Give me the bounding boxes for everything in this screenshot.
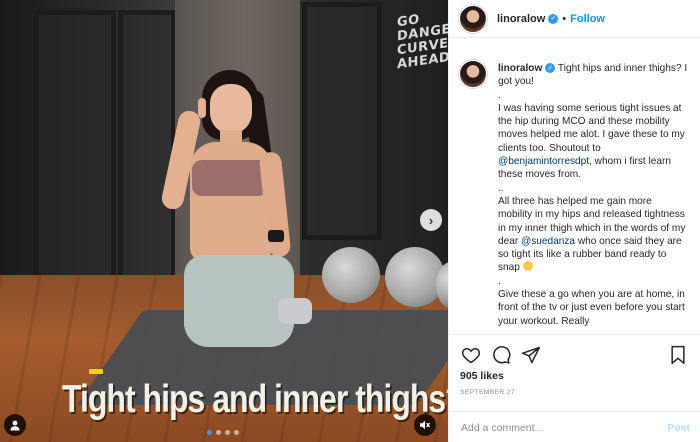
post-header: linoralow ✓ • Follow bbox=[449, 0, 700, 38]
post-actions: 905 likes SEPTEMBER 27 Post bbox=[449, 334, 700, 442]
medicine-ball bbox=[322, 247, 380, 303]
chevron-right-icon[interactable]: › bbox=[420, 209, 442, 231]
caption-text: linoralow ✓ Tight hips and inner thighs? … bbox=[498, 63, 688, 327]
comments-panel[interactable]: linoralow ✓ Tight hips and inner thighs? … bbox=[449, 38, 700, 334]
carousel-indicator bbox=[207, 430, 239, 435]
glass-door bbox=[302, 2, 382, 240]
comment-input[interactable] bbox=[461, 421, 641, 434]
caption-username[interactable]: linoralow bbox=[498, 63, 542, 74]
comment-icon[interactable] bbox=[489, 343, 513, 367]
mention-link[interactable]: @suedanza bbox=[521, 236, 575, 247]
share-icon[interactable] bbox=[519, 343, 543, 367]
verified-badge-icon: ✓ bbox=[548, 13, 559, 24]
post-sidebar: linoralow ✓ • Follow linoralow ✓ Tight hi… bbox=[448, 0, 700, 442]
grin-emoji-icon bbox=[522, 261, 533, 272]
follow-button[interactable]: Follow bbox=[570, 13, 605, 25]
carousel-dot bbox=[207, 430, 212, 435]
post-date: SEPTEMBER 27 bbox=[460, 389, 515, 396]
add-comment-bar: Post bbox=[449, 411, 700, 442]
separator-dot: • bbox=[562, 12, 567, 25]
mention-link[interactable]: @benjamintorresdpt bbox=[498, 156, 589, 167]
wall-poster-text: GO DANGE CURVES AHEAD. bbox=[397, 12, 448, 73]
carousel-dot bbox=[234, 430, 239, 435]
avatar[interactable] bbox=[459, 60, 487, 88]
heart-icon[interactable] bbox=[459, 343, 483, 367]
carousel-dot bbox=[216, 430, 221, 435]
verified-badge-icon: ✓ bbox=[545, 63, 556, 74]
caption-marker bbox=[89, 369, 103, 374]
speaker-muted-icon[interactable] bbox=[414, 414, 436, 436]
glass-door bbox=[34, 10, 116, 282]
avatar[interactable] bbox=[459, 4, 487, 33]
caption-comment: linoralow ✓ Tight hips and inner thighs? … bbox=[459, 60, 690, 328]
woman-kneeling bbox=[159, 70, 312, 350]
username-link[interactable]: linoralow bbox=[497, 13, 545, 25]
action-icon-row bbox=[459, 343, 690, 367]
post-media[interactable]: GO DANGE CURVES AHEAD. Tight hips and in… bbox=[0, 0, 448, 442]
video-caption-text: Tight hips and inner thighs? bbox=[62, 378, 448, 421]
bookmark-icon[interactable] bbox=[666, 343, 690, 367]
like-count[interactable]: 905 likes bbox=[460, 370, 504, 382]
post-comment-button[interactable]: Post bbox=[667, 422, 690, 434]
carousel-dot bbox=[225, 430, 230, 435]
user-tag-icon[interactable] bbox=[4, 414, 26, 436]
